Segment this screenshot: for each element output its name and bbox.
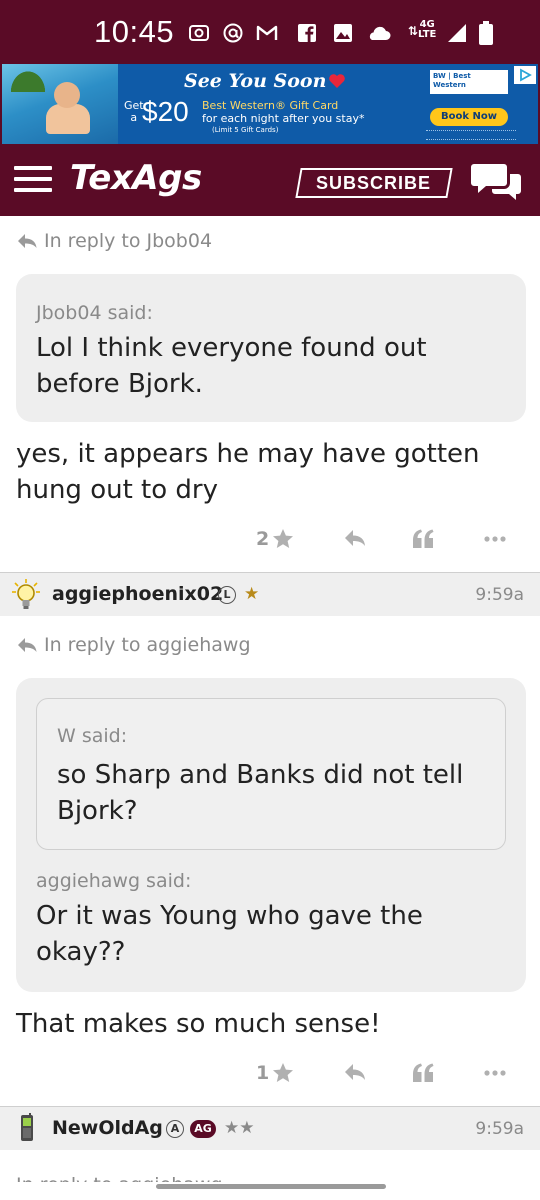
ad-limit-line: (Limit 5 Gift Cards)	[212, 126, 279, 134]
star-icon	[273, 529, 294, 548]
reply-to-link[interactable]: In reply to aggiehawg	[16, 634, 251, 656]
ad-pool-photo	[2, 64, 118, 144]
member-badge-a: A	[166, 1120, 184, 1138]
thread-content: In reply to Jbob04 Jbob04 said: Lol I th…	[0, 216, 540, 1200]
quote-author: Jbob04 said:	[36, 302, 153, 324]
quote-text: Or it was Young who gave the okay??	[36, 901, 423, 967]
ad-amount: $20	[142, 96, 189, 127]
quote-text: Lol I think everyone found out before Bj…	[36, 333, 427, 399]
ad-gift-card-line: Best Western® Gift Card	[202, 99, 339, 112]
member-stars: ★★	[224, 1118, 255, 1138]
gesture-nav-bar[interactable]	[156, 1184, 386, 1189]
reply-to-text: In reply to Jbob04	[44, 230, 213, 252]
network-subtype: LTE	[418, 29, 437, 40]
subscribe-button[interactable]: SUBSCRIBE	[295, 168, 453, 198]
quote-icon[interactable]	[410, 1060, 436, 1086]
reply-to-link[interactable]: In reply to Jbob04	[16, 230, 212, 252]
more-options-icon[interactable]	[482, 1060, 508, 1086]
member-badge-ag: AG	[190, 1120, 216, 1138]
status-bar: 10:45 ⇅ 4G LTE	[0, 0, 540, 62]
screen-record-icon	[188, 22, 210, 44]
at-icon	[222, 22, 244, 44]
more-options-icon[interactable]	[482, 526, 508, 552]
reply-icon[interactable]	[342, 1060, 368, 1086]
cloud-icon	[366, 22, 392, 44]
reply-to-text: In reply to aggiehawg	[44, 634, 251, 656]
signal-icon	[446, 22, 468, 44]
post-username[interactable]: NewOldAg	[52, 1117, 163, 1139]
phone-avatar-icon[interactable]	[12, 1113, 40, 1145]
battery-icon	[478, 21, 494, 45]
post-body: yes, it appears he may have gotten hung …	[16, 439, 480, 505]
photos-icon	[332, 22, 354, 44]
quote-block: W said: so Sharp and Banks did not tell …	[16, 678, 526, 992]
status-time: 10:45	[94, 14, 175, 49]
post-actions: 1	[0, 1058, 540, 1088]
chat-icon[interactable]	[470, 160, 524, 204]
nested-quote-author: W said:	[57, 725, 128, 747]
quote-author: aggiehawg said:	[36, 870, 192, 892]
ad-get-text: Get a	[124, 99, 144, 124]
quote-icon[interactable]	[410, 526, 436, 552]
post-actions: 2	[0, 524, 540, 554]
post-time: 9:59a	[475, 1119, 524, 1139]
ad-creative[interactable]: Get a $20 See You Soon Best Western® Gif…	[2, 64, 538, 144]
menu-icon[interactable]	[14, 166, 52, 196]
ad-headline: See You Soon	[184, 70, 327, 92]
post-header: NewOldAg A AG ★★ 9:59a	[0, 1106, 540, 1150]
nested-quote-text: so Sharp and Banks did not tell Bjork?	[57, 760, 464, 826]
ad-brand-logo: BW | Best Western	[430, 70, 508, 94]
reply-arrow-icon	[18, 234, 37, 248]
member-badge: L	[218, 586, 236, 604]
post-header: aggiephoenix02 L ★ 9:59a	[0, 572, 540, 616]
ad-fine-print	[426, 130, 516, 140]
data-arrows-icon: ⇅	[408, 24, 419, 38]
site-header: TexAgs SUBSCRIBE	[0, 146, 540, 216]
reply-icon[interactable]	[342, 526, 368, 552]
ad-offer-line: for each night after you stay*	[202, 112, 365, 125]
reply-to-link[interactable]: In reply to aggiehawg	[16, 1174, 223, 1182]
heart-icon	[328, 73, 346, 89]
star-count[interactable]: 2	[256, 527, 295, 551]
nested-quote-block: W said: so Sharp and Banks did not tell …	[36, 698, 506, 850]
post-username[interactable]: aggiephoenix02	[52, 583, 223, 605]
post-time: 9:59a	[475, 585, 524, 605]
app-screen: 10:45 ⇅ 4G LTE Get a $20 See You Soon Be…	[0, 0, 540, 1200]
ad-book-now-button[interactable]: Book Now	[430, 108, 508, 126]
member-stars: ★	[244, 584, 260, 604]
reply-arrow-icon	[18, 638, 37, 652]
star-icon	[273, 1063, 294, 1082]
post-body: That makes so much sense!	[16, 1009, 381, 1039]
ad-banner[interactable]: Get a $20 See You Soon Best Western® Gif…	[0, 62, 540, 146]
network-indicator: ⇅ 4G LTE	[408, 20, 437, 40]
star-count[interactable]: 1	[256, 1061, 295, 1085]
quote-block: Jbob04 said: Lol I think everyone found …	[16, 274, 526, 422]
site-logo[interactable]: TexAgs	[70, 158, 202, 198]
gmail-icon	[256, 22, 278, 44]
facebook-icon	[296, 22, 318, 44]
lightbulb-avatar-icon[interactable]	[12, 579, 40, 611]
ad-choices-icon[interactable]	[514, 66, 536, 84]
